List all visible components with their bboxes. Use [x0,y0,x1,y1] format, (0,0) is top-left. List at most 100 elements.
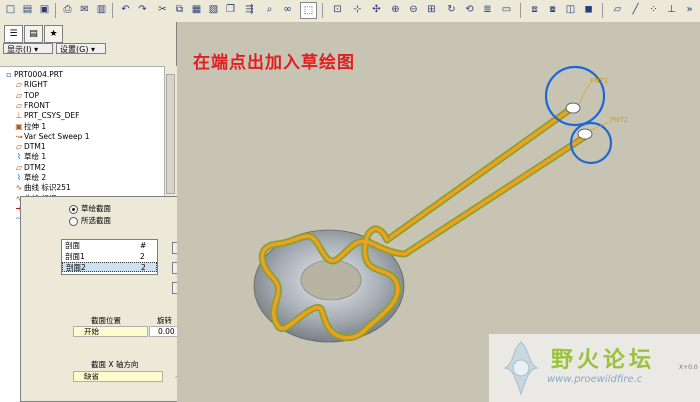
tree-item[interactable]: ▱ DTM1 [14,142,46,152]
saved-views-icon[interactable]: ⟲ [462,2,477,17]
radio-dot[interactable] [69,216,78,226]
endpoint-2-marker[interactable] [577,128,593,140]
zoom-in-icon[interactable]: ⊕ [388,2,403,17]
favorites-tab-icon[interactable]: ★ [44,25,63,43]
pnt2-label: PNT2 [610,116,628,124]
more-tools-icon[interactable]: » [682,2,697,17]
extrude-icon: ▣ [15,121,23,131]
regenerate-icon[interactable]: ⇶ [242,2,257,17]
tree-item[interactable]: ▣拉伸 1 [14,122,46,132]
section-x-label: 截面 X 轴方向 [91,360,139,369]
shading-icon[interactable]: ◼ [581,2,596,17]
no-hidden-icon[interactable]: ◫ [563,2,578,17]
new-file-icon[interactable]: □ [3,2,18,17]
open-folder-icon[interactable]: ▤ [20,2,35,17]
zoom-fit-icon[interactable]: ⊞ [424,2,439,17]
datum-plane-icon: ▱ [15,142,23,152]
copy-special-icon[interactable]: ❐ [223,2,238,17]
toolbar-separator [520,3,521,18]
sketch-icon: ⌇ [17,173,21,182]
scrollbar-thumb[interactable] [166,74,175,194]
model-tree-tab-icon[interactable]: ☰ [4,25,23,43]
tree-item[interactable]: ⊥ PRT_CSYS_DEF [14,111,80,121]
tree-item[interactable]: ▱ TOP [14,91,39,101]
tree-item[interactable]: ⌇ 草绘 1 [14,152,46,162]
repaint-icon[interactable]: ⊡ [330,2,345,17]
print-icon[interactable]: ⎙ [60,2,75,17]
sweep-icon: ↝ [15,131,23,141]
watermark-url: www.proewildfire.c [547,374,643,385]
tree-item-label: 草绘 1 [24,152,47,162]
pnt1-leader [578,83,590,105]
tree-item[interactable]: ↝ Var Sect Sweep 1 [14,131,90,142]
section-name: 剖面1 [65,252,85,261]
paste-special-icon[interactable]: ▧ [206,2,221,17]
reorient-icon[interactable]: ↻ [444,2,459,17]
tree-item[interactable]: ∿ 曲线 标识251 [14,183,71,193]
undo-icon[interactable]: ↶ [118,2,133,17]
email-icon[interactable]: ✉ [77,2,92,17]
radio-sketched-sections[interactable]: 草绘截面 [69,204,111,214]
sketch-icon: ⌇ [17,152,21,162]
datum-axis-toggle-icon[interactable]: ╱ [628,2,643,17]
tree-item[interactable]: ▱ DTM2 [14,163,46,173]
datum-plane-icon: ▱ [15,100,23,110]
zoom-out-icon[interactable]: ⊖ [406,2,421,17]
settings-menu[interactable]: 设置(G) ▾ [56,43,106,54]
endpoint-1-marker[interactable] [565,102,581,114]
tree-item-label: DTM2 [24,162,46,172]
binoculars-icon[interactable]: ∞ [280,2,295,17]
csys-toggle-icon[interactable]: ⊥ [664,2,679,17]
window-icon[interactable]: ▥ [94,2,109,17]
cut-icon[interactable]: ✂ [155,2,170,17]
datum-point-toggle-icon[interactable]: ⁘ [646,2,661,17]
show-menu[interactable]: 显示(I) ▾ [3,43,53,54]
view-manager-icon[interactable]: ▭ [499,2,514,17]
tree-item-label: 曲线 标识251 [24,183,71,193]
radio-selected-sections[interactable]: 所选截面 [69,216,111,226]
spin-center-icon[interactable]: ✣ [369,2,384,17]
redo-icon[interactable]: ↷ [135,2,150,17]
tree-item[interactable]: ▱ FRONT [14,101,50,111]
section-x-field[interactable]: 缺省 [73,371,163,382]
column-header-section: 剖面 [65,241,80,250]
datum-plane-toggle-icon[interactable]: ▱ [610,2,625,17]
folder-browser-tab-icon[interactable]: ▤ [24,25,43,43]
torus-hole [300,259,362,301]
tree-item-label: PRT_CSYS_DEF [24,111,80,121]
tree-item[interactable]: ▫ PRT0004.PRT [4,70,63,80]
save-icon[interactable]: ▣ [37,2,52,17]
model-tree-header: ☰ ▤ ★ 显示(I) ▾ 设置(G) ▾ [0,22,176,67]
pnt1-label: PNT1 [590,77,608,85]
toolbar-separator [322,3,323,18]
datum-plane-icon: ▱ [15,162,23,172]
copy-icon[interactable]: ⧉ [172,2,187,17]
graphics-viewport[interactable]: PNT1 PNT2 在端点出加入草绘图 野火论坛 www.proewildfir… [177,22,700,402]
selection-filter-icon[interactable]: ⬚ [300,2,317,19]
radio-dot[interactable] [69,204,78,214]
section-location-field[interactable]: 开始 [73,326,148,337]
orient-icon[interactable]: ⊹ [350,2,365,17]
hidden-line-icon[interactable]: ⧇ [545,2,560,17]
tree-item-label: 拉伸 1 [24,121,47,131]
main-toolbar: □ ▤ ▣ ⎙ ✉ ▥ ↶ ↷ ✂ ⧉ ▦ ▧ ❐ ⇶ ⌕ ∞ ⬚ ⊡ ⊹ ✣ … [0,0,700,23]
section-number: 2 [140,252,145,261]
paste-icon[interactable]: ▦ [189,2,204,17]
tree-item[interactable]: ⌇ 草绘 2 [14,173,46,183]
toolbar-separator [112,3,113,18]
layers-icon[interactable]: ≣ [480,2,495,17]
tree-item-label: Var Sect Sweep 1 [24,131,90,141]
wireframe-icon[interactable]: ⧈ [527,2,542,17]
column-header-number: # [140,241,147,250]
instruction-title: 在端点出加入草绘图 [193,53,355,73]
coordinate-readout: X+0.0 [679,364,698,371]
table-row[interactable]: 剖面1 2 [62,252,157,262]
tree-item[interactable]: ▱ RIGHT [14,80,48,90]
tree-item-label: DTM1 [24,142,46,152]
sections-table: 剖面 # 剖面1 2 剖面2 2 [61,239,158,275]
tree-item-label: RIGHT [24,80,48,90]
sweep-leg-upper-highlight [385,106,574,242]
table-row[interactable]: 剖面2 2 [62,262,157,272]
part-icon: ▫ [6,70,12,79]
find-icon[interactable]: ⌕ [262,2,277,17]
